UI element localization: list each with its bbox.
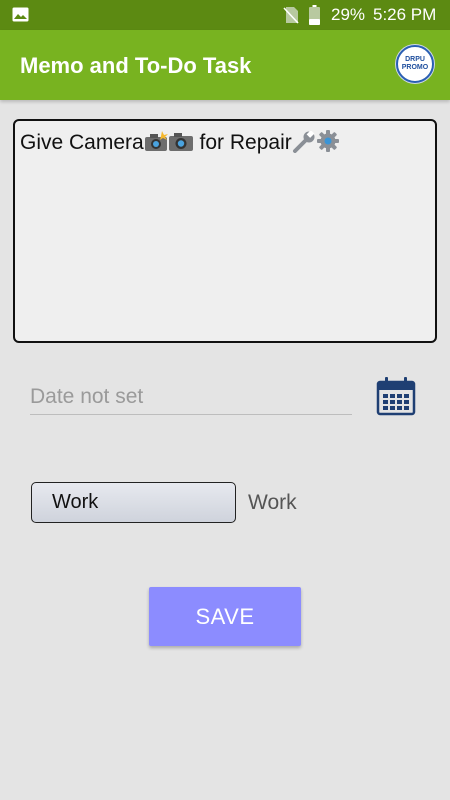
date-field[interactable]: Date not set [30,381,352,415]
promo-line1: DRPU [405,56,425,63]
category-selected-value: Work [52,491,99,513]
battery-percentage: 29% [331,5,366,24]
battery-icon [309,5,320,25]
category-selector[interactable]: Work [31,482,236,523]
clock: 5:26 PM [373,5,437,24]
status-bar: 29% 5:26 PM [0,0,450,30]
memo-text-part1: Give Camera [20,131,144,154]
app-bar: Memo and To-Do Task DRPU PROMO [0,30,450,100]
date-placeholder: Date not set [30,385,144,408]
gallery-icon [12,7,29,22]
memo-text-part2: for Repair [193,131,292,154]
memo-text: Give Camera for Repair [20,129,430,157]
calendar-icon[interactable] [376,376,416,416]
camera-flash-icon [144,131,168,151]
app-title: Memo and To-Do Task [20,53,252,78]
gear-icon [316,130,339,152]
camera-icon [168,133,193,151]
drpu-promo-button[interactable]: DRPU PROMO [396,45,434,83]
save-button-label: SAVE [195,603,255,629]
promo-line2: PROMO [401,64,429,71]
save-button[interactable]: SAVE [149,587,301,646]
category-label: Work [248,491,297,514]
no-sim-icon [283,7,299,24]
wrench-icon [292,131,315,153]
memo-text-area[interactable]: Give Camera for Repair [13,119,437,343]
